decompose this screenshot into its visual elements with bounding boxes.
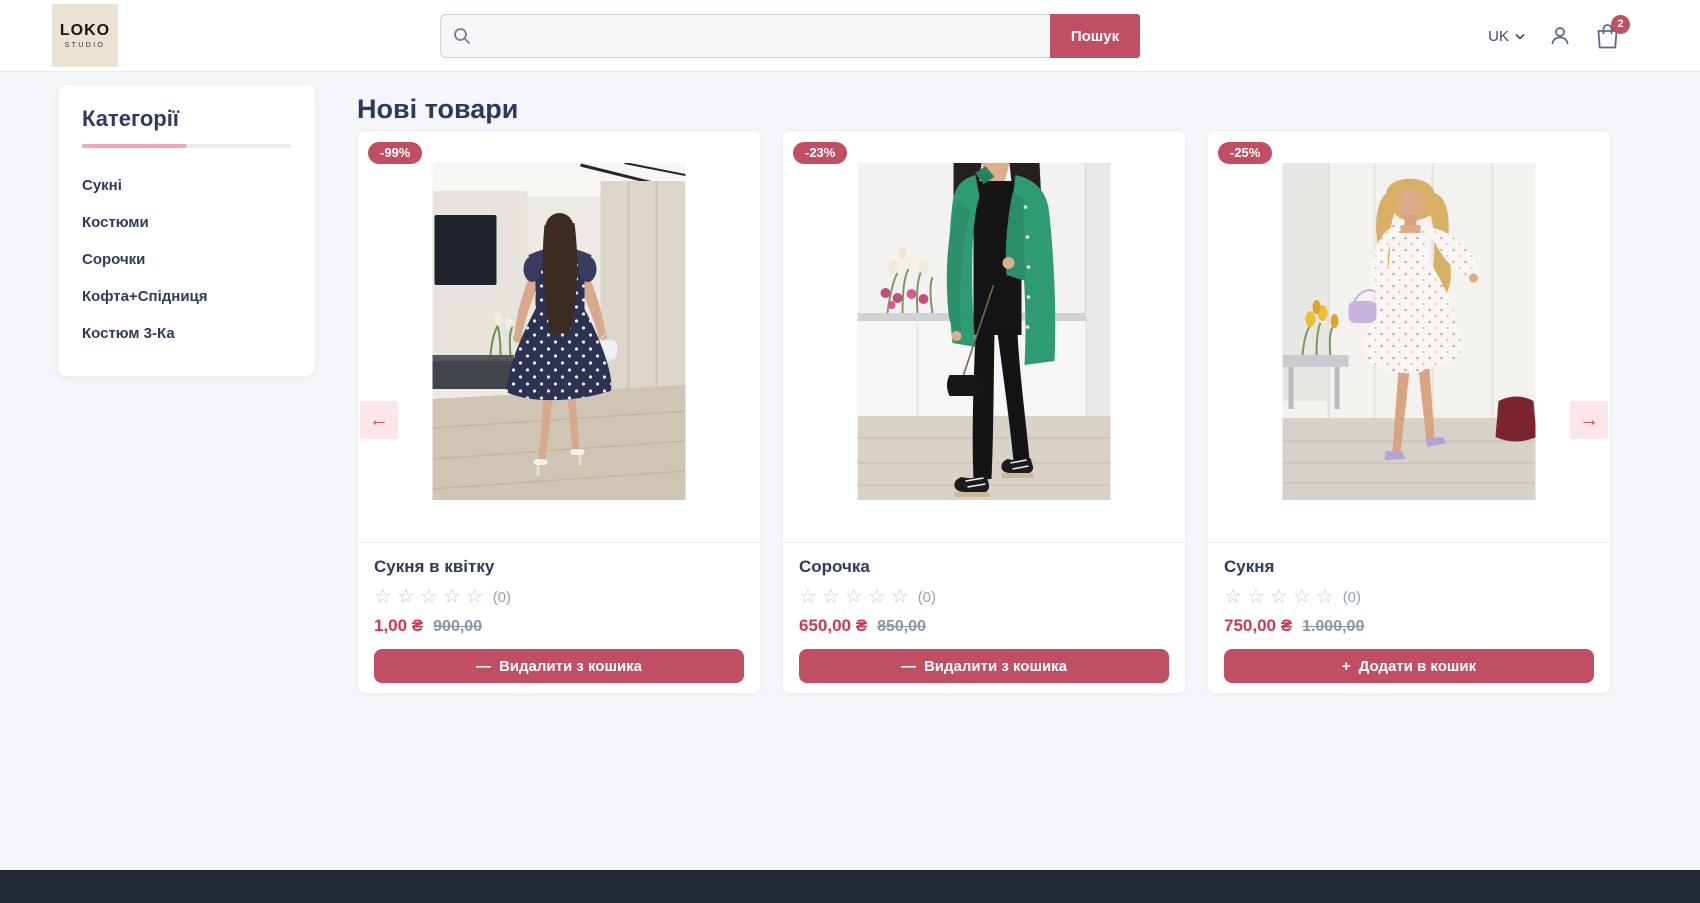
product-image[interactable] <box>433 163 686 500</box>
star-icon: ☆ <box>420 587 438 607</box>
discount-badge: -25% <box>1218 142 1272 164</box>
product-media: -25% <box>1208 131 1610 543</box>
category-item-kostyum-3ka[interactable]: Костюм 3-Ка <box>82 325 291 343</box>
star-icon: ☆ <box>891 587 909 607</box>
cart-button-label: Видалити з кошика <box>924 658 1067 675</box>
star-icon: ☆ <box>374 587 392 607</box>
category-item-kofta-spidnytsya[interactable]: Кофта+Спідниця <box>82 288 291 306</box>
price-row: 1,00 ₴ 900,00 <box>374 616 744 636</box>
logo-title: LOKO <box>60 22 110 40</box>
price-row: 750,00 ₴ 1.000,00 <box>1224 616 1594 636</box>
account-button[interactable] <box>1549 25 1571 47</box>
discount-badge: -99% <box>368 142 422 164</box>
rating-count: (0) <box>918 589 936 606</box>
star-icon: ☆ <box>822 587 840 607</box>
header-right: UK 2 <box>1488 0 1620 72</box>
product-card: -25% <box>1207 130 1611 694</box>
categories-panel: Категорії Сукні Костюми Сорочки Кофта+Сп… <box>58 85 315 376</box>
minus-icon: — <box>476 658 491 675</box>
cart-button[interactable]: 2 <box>1595 23 1620 50</box>
product-info: Сорочка ☆☆☆☆☆ (0) 650,00 ₴ 850,00 — Вида… <box>783 543 1185 694</box>
products-carousel: -99% <box>357 130 1611 694</box>
product-card: -99% <box>357 130 761 694</box>
star-icon: ☆ <box>799 587 817 607</box>
page-title: Нові товари <box>357 94 518 125</box>
old-price: 850,00 <box>877 618 926 636</box>
rating-stars[interactable]: ☆☆☆☆☆ <box>1224 587 1334 607</box>
rating-stars[interactable]: ☆☆☆☆☆ <box>374 587 484 607</box>
star-icon: ☆ <box>466 587 484 607</box>
cart-button-label: Додати в кошик <box>1359 658 1477 675</box>
add-to-cart-button[interactable]: + Додати в кошик <box>1224 649 1594 683</box>
star-icon: ☆ <box>1247 587 1265 607</box>
product-title[interactable]: Сорочка <box>799 557 1169 577</box>
product-info: Сукня ☆☆☆☆☆ (0) 750,00 ₴ 1.000,00 + Дода… <box>1208 543 1610 694</box>
old-price: 900,00 <box>433 618 482 636</box>
product-media: -99% <box>358 131 760 543</box>
language-selector[interactable]: UK <box>1488 28 1525 45</box>
current-price: 750,00 ₴ <box>1224 616 1292 636</box>
user-icon <box>1549 25 1571 47</box>
product-info: Сукня в квітку ☆☆☆☆☆ (0) 1,00 ₴ 900,00 —… <box>358 543 760 694</box>
chevron-down-icon <box>1515 33 1525 40</box>
rating-count: (0) <box>1343 589 1361 606</box>
star-icon: ☆ <box>845 587 863 607</box>
categories-nav: Сукні Костюми Сорочки Кофта+Спідниця Кос… <box>82 177 291 343</box>
header: LOKO STUDIO Пошук UK <box>0 0 1700 72</box>
star-icon: ☆ <box>1270 587 1288 607</box>
product-image[interactable] <box>1283 163 1536 500</box>
product-rating: ☆☆☆☆☆ (0) <box>799 587 1169 607</box>
discount-badge: -23% <box>793 142 847 164</box>
search-bar: Пошук <box>440 14 1140 58</box>
search-icon <box>452 26 472 46</box>
rating-count: (0) <box>493 589 511 606</box>
product-rating: ☆☆☆☆☆ (0) <box>1224 587 1594 607</box>
arrow-left-icon: ← <box>369 409 389 432</box>
price-row: 650,00 ₴ 850,00 <box>799 616 1169 636</box>
plus-icon: + <box>1342 658 1351 675</box>
page: LOKO STUDIO Пошук UK <box>0 0 1700 903</box>
product-image[interactable] <box>858 163 1111 500</box>
product-media: -23% <box>783 131 1185 543</box>
old-price: 1.000,00 <box>1302 618 1364 636</box>
minus-icon: — <box>901 658 916 675</box>
current-price: 650,00 ₴ <box>799 616 867 636</box>
cart-button-label: Видалити з кошика <box>499 658 642 675</box>
category-item-sorochky[interactable]: Сорочки <box>82 251 291 269</box>
arrow-right-icon: → <box>1579 409 1599 432</box>
star-icon: ☆ <box>868 587 886 607</box>
carousel-next-button[interactable]: → <box>1570 401 1608 439</box>
remove-from-cart-button[interactable]: — Видалити з кошика <box>374 649 744 683</box>
categories-title: Категорії <box>82 107 291 131</box>
logo[interactable]: LOKO STUDIO <box>52 4 118 67</box>
cart-badge: 2 <box>1611 15 1630 34</box>
search-field[interactable] <box>440 14 1050 58</box>
star-icon: ☆ <box>1316 587 1334 607</box>
star-icon: ☆ <box>443 587 461 607</box>
product-title[interactable]: Сукня в квітку <box>374 557 744 577</box>
star-icon: ☆ <box>1224 587 1242 607</box>
product-card: -23% <box>782 130 1186 694</box>
language-label: UK <box>1488 28 1509 45</box>
search-input[interactable] <box>480 15 1050 57</box>
footer <box>0 870 1700 903</box>
product-rating: ☆☆☆☆☆ (0) <box>374 587 744 607</box>
remove-from-cart-button[interactable]: — Видалити з кошика <box>799 649 1169 683</box>
category-item-sukni[interactable]: Сукні <box>82 177 291 195</box>
star-icon: ☆ <box>397 587 415 607</box>
product-title[interactable]: Сукня <box>1224 557 1594 577</box>
logo-subtitle: STUDIO <box>65 42 106 49</box>
current-price: 1,00 ₴ <box>374 616 423 636</box>
rating-stars[interactable]: ☆☆☆☆☆ <box>799 587 909 607</box>
star-icon: ☆ <box>1293 587 1311 607</box>
search-button[interactable]: Пошук <box>1050 14 1140 58</box>
categories-underline <box>82 144 291 148</box>
category-item-kostyumy[interactable]: Костюми <box>82 214 291 232</box>
carousel-prev-button[interactable]: ← <box>360 401 398 439</box>
